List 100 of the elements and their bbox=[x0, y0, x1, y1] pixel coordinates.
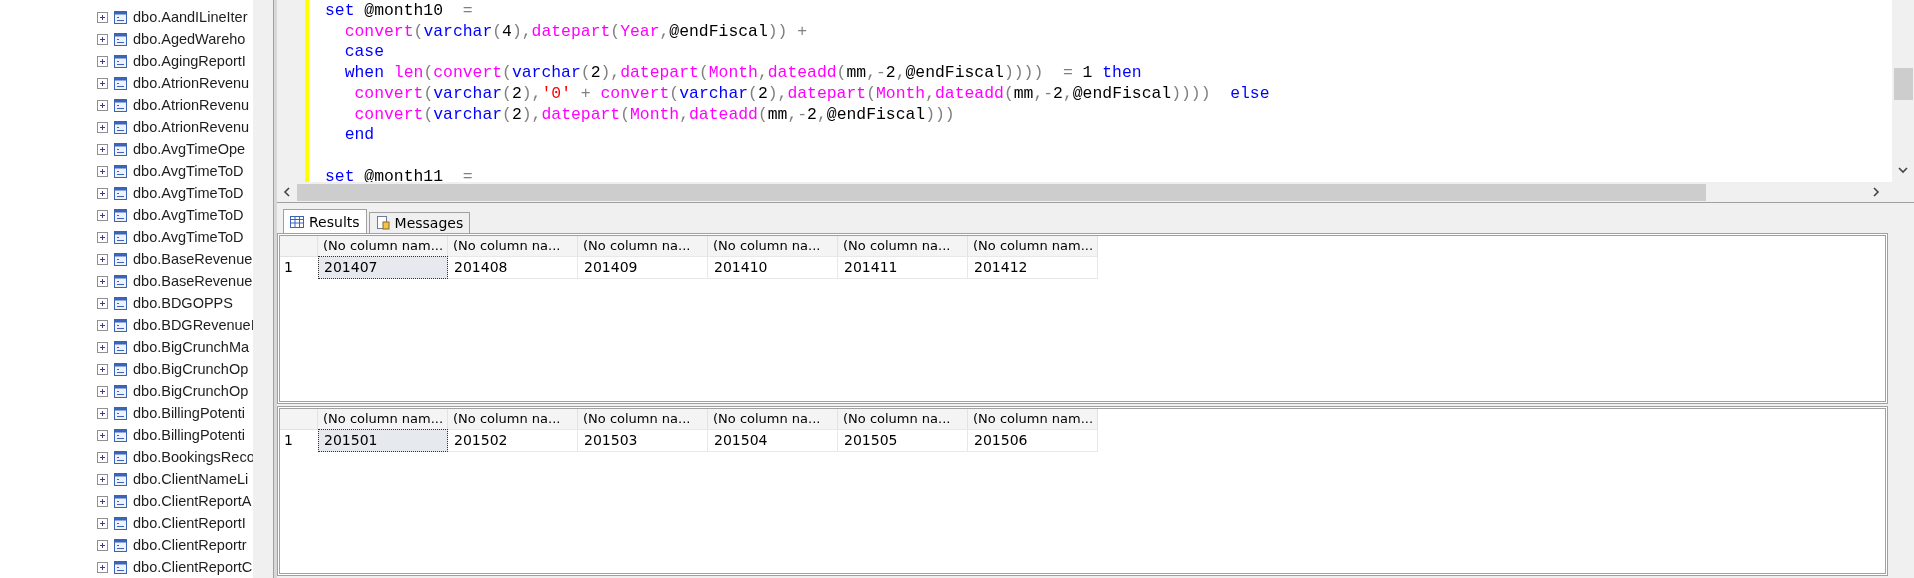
column-header[interactable]: (No column nam... bbox=[318, 236, 448, 256]
table-cell[interactable]: 201408 bbox=[448, 256, 578, 279]
table-icon bbox=[114, 472, 127, 486]
expand-icon[interactable] bbox=[97, 99, 108, 111]
document-icon bbox=[375, 216, 390, 230]
expand-icon[interactable] bbox=[97, 231, 108, 243]
table-icon bbox=[114, 450, 127, 464]
expand-icon[interactable] bbox=[97, 517, 108, 529]
table-icon bbox=[114, 10, 127, 24]
table-icon bbox=[114, 208, 127, 222]
table-icon bbox=[114, 32, 127, 46]
table-cell[interactable]: 201409 bbox=[578, 256, 708, 279]
table-icon bbox=[114, 516, 127, 530]
expand-icon[interactable] bbox=[97, 253, 108, 265]
tree-item[interactable]: dbo.AandILineIter bbox=[133, 9, 248, 25]
tree-item[interactable]: dbo.BigCrunchOp bbox=[133, 383, 249, 399]
tree-item[interactable]: dbo.BigCrunchMa bbox=[133, 339, 250, 355]
table-icon bbox=[114, 362, 127, 376]
expand-icon[interactable] bbox=[97, 143, 108, 155]
tree-item[interactable]: dbo.AgingReportI bbox=[133, 53, 246, 69]
expand-icon[interactable] bbox=[97, 55, 108, 67]
column-header[interactable]: (No column nam... bbox=[968, 236, 1098, 256]
expand-icon[interactable] bbox=[97, 341, 108, 353]
expand-icon[interactable] bbox=[97, 363, 108, 375]
results-tab[interactable]: Results bbox=[283, 209, 367, 233]
expand-icon[interactable] bbox=[97, 429, 108, 441]
expand-icon[interactable] bbox=[97, 275, 108, 287]
column-header[interactable]: (No column na... bbox=[448, 408, 578, 429]
table-icon bbox=[114, 296, 127, 310]
tree-item[interactable]: dbo.BDGOPPS bbox=[133, 295, 233, 311]
tree-item[interactable]: dbo.BillingPotenti bbox=[133, 427, 246, 443]
table-cell[interactable]: 201407 bbox=[318, 256, 448, 279]
table-cell[interactable]: 201410 bbox=[708, 256, 838, 279]
scroll-left-icon[interactable] bbox=[281, 186, 293, 198]
tree-item[interactable]: dbo.ClientReportI bbox=[133, 515, 246, 531]
tree-item[interactable]: dbo.ClientReportr bbox=[133, 537, 247, 553]
table-cell[interactable]: 201501 bbox=[318, 428, 448, 452]
scrollbar-thumb[interactable] bbox=[1893, 68, 1913, 100]
expand-icon[interactable] bbox=[97, 209, 108, 221]
column-header[interactable]: (No column na... bbox=[578, 236, 708, 256]
tree-item[interactable]: dbo.AtrionRevenu bbox=[133, 75, 250, 91]
tree-item[interactable]: dbo.AvgTimeToD bbox=[133, 207, 244, 223]
expand-icon[interactable] bbox=[97, 33, 108, 45]
expand-icon[interactable] bbox=[97, 297, 108, 309]
expand-icon[interactable] bbox=[97, 495, 108, 507]
code-line: end bbox=[343, 125, 375, 146]
column-header[interactable]: (No column nam... bbox=[968, 408, 1098, 429]
tree-item[interactable]: dbo.AvgTimeToD bbox=[133, 185, 244, 201]
tree-item[interactable]: dbo.AgedWareho bbox=[133, 31, 246, 47]
table-cell[interactable]: 201504 bbox=[708, 428, 838, 452]
expand-icon[interactable] bbox=[97, 385, 108, 397]
tree-item[interactable]: dbo.BaseRevenue bbox=[133, 251, 253, 267]
table-cell[interactable]: 201412 bbox=[968, 256, 1098, 279]
expand-icon[interactable] bbox=[97, 407, 108, 419]
expand-icon[interactable] bbox=[97, 319, 108, 331]
tree-item[interactable]: dbo.AvgTimeToD bbox=[133, 163, 244, 179]
expand-icon[interactable] bbox=[97, 473, 108, 485]
results-tab[interactable]: Messages bbox=[368, 212, 471, 233]
table-icon bbox=[114, 186, 127, 200]
tree-item[interactable]: dbo.AvgTimeToD bbox=[133, 229, 244, 245]
column-header[interactable]: (No column na... bbox=[708, 408, 838, 429]
horizontal-scrollbar[interactable] bbox=[277, 182, 1914, 203]
grid-icon bbox=[290, 214, 304, 229]
code-line: set @month11 = bbox=[325, 165, 473, 182]
column-header[interactable]: (No column na... bbox=[838, 408, 968, 429]
scroll-right-icon[interactable] bbox=[1870, 186, 1882, 198]
table-icon bbox=[114, 98, 127, 112]
column-header[interactable]: (No column na... bbox=[578, 408, 708, 429]
tree-item[interactable]: dbo.BDGRevenueI bbox=[133, 317, 253, 333]
expand-icon[interactable] bbox=[97, 165, 108, 177]
column-header[interactable]: (No column na... bbox=[708, 236, 838, 256]
column-header[interactable]: (No column nam... bbox=[318, 408, 448, 429]
code-line: convert(varchar(2),'0' + convert(varchar(2),datepart(Month,dateadd(mm,-2,@endFiscal)))) else bbox=[353, 83, 1270, 105]
expand-icon[interactable] bbox=[97, 451, 108, 463]
expand-icon[interactable] bbox=[97, 561, 108, 573]
column-header[interactable]: (No column na... bbox=[838, 236, 968, 256]
table-cell[interactable]: 201505 bbox=[838, 428, 968, 452]
tree-item[interactable]: dbo.ClientNameLi bbox=[133, 471, 249, 487]
scrollbar-thumb[interactable] bbox=[297, 183, 1706, 201]
scroll-down-icon[interactable] bbox=[1897, 164, 1909, 176]
table-cell[interactable]: 201411 bbox=[838, 256, 968, 279]
expand-icon[interactable] bbox=[97, 187, 108, 199]
tree-item[interactable]: dbo.BillingPotenti bbox=[133, 405, 246, 421]
tree-item[interactable]: dbo.ClientReportA bbox=[133, 493, 252, 509]
table-cell[interactable]: 201506 bbox=[968, 428, 1098, 452]
column-header[interactable]: (No column na... bbox=[448, 236, 578, 256]
tree-item[interactable]: dbo.AtrionRevenu bbox=[133, 97, 250, 113]
table-cell[interactable]: 201503 bbox=[578, 428, 708, 452]
tree-item[interactable]: dbo.BaseRevenue bbox=[133, 273, 253, 289]
tree-item[interactable]: dbo.ClientReportC bbox=[133, 559, 253, 575]
expand-icon[interactable] bbox=[97, 539, 108, 551]
tree-item[interactable]: dbo.AtrionRevenu bbox=[133, 119, 250, 135]
expand-icon[interactable] bbox=[97, 77, 108, 89]
table-icon bbox=[114, 538, 127, 552]
expand-icon[interactable] bbox=[97, 121, 108, 133]
expand-icon[interactable] bbox=[97, 11, 108, 23]
tree-item[interactable]: dbo.BigCrunchOp bbox=[133, 361, 249, 377]
table-cell[interactable]: 201502 bbox=[448, 428, 578, 452]
table-icon bbox=[114, 230, 127, 244]
tree-item[interactable]: dbo.AvgTimeOpe bbox=[133, 141, 246, 157]
